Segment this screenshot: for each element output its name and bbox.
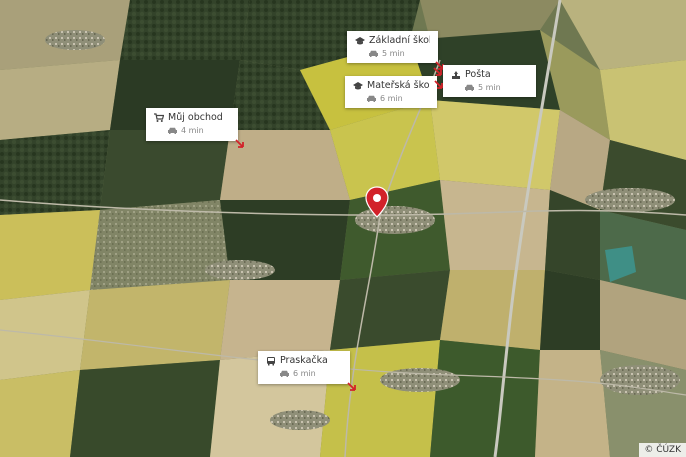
poi-name: Základní škola St... (369, 35, 430, 46)
poi-travel-time: 5 min (382, 49, 405, 58)
poi-posta[interactable]: Pošta 5 min (433, 65, 536, 97)
poi-name: Můj obchod (168, 112, 223, 123)
poi-name: Pošta (465, 69, 491, 80)
school-icon (355, 36, 365, 46)
poi-travel-time: 6 min (380, 94, 403, 103)
bus-icon (266, 356, 276, 366)
post-office-icon (451, 70, 461, 80)
poi-name: Praskačka (280, 355, 328, 366)
car-icon (369, 50, 378, 57)
school-icon (353, 81, 363, 91)
aerial-imagery (0, 0, 686, 457)
map-attribution: © ČÚZK (639, 443, 686, 457)
poi-travel-time: 6 min (293, 369, 316, 378)
callout-pointer-icon (235, 139, 244, 148)
poi-praskacka[interactable]: Praskačka 6 min (258, 351, 356, 391)
location-pin-icon[interactable] (365, 186, 389, 218)
poi-name: Mateřská škola, S... (367, 80, 429, 91)
poi-materska-skola[interactable]: Mateřská škola, S... 6 min (345, 76, 443, 108)
poi-muj-obchod[interactable]: Můj obchod 4 min (146, 108, 244, 148)
poi-zakladni-skola[interactable]: Základní škola St... 5 min (347, 31, 444, 70)
poi-travel-time: 4 min (181, 126, 204, 135)
satellite-map[interactable]: Základní škola St... 5 min Pošta 5 min M… (0, 0, 686, 457)
car-icon (280, 370, 289, 377)
car-icon (168, 127, 177, 134)
callout-pointer-icon (434, 80, 443, 89)
car-icon (465, 84, 474, 91)
callout-pointer-icon (433, 67, 442, 76)
callout-pointer-icon (347, 382, 356, 391)
shop-cart-icon (154, 112, 164, 123)
car-icon (367, 95, 376, 102)
poi-travel-time: 5 min (478, 83, 501, 92)
